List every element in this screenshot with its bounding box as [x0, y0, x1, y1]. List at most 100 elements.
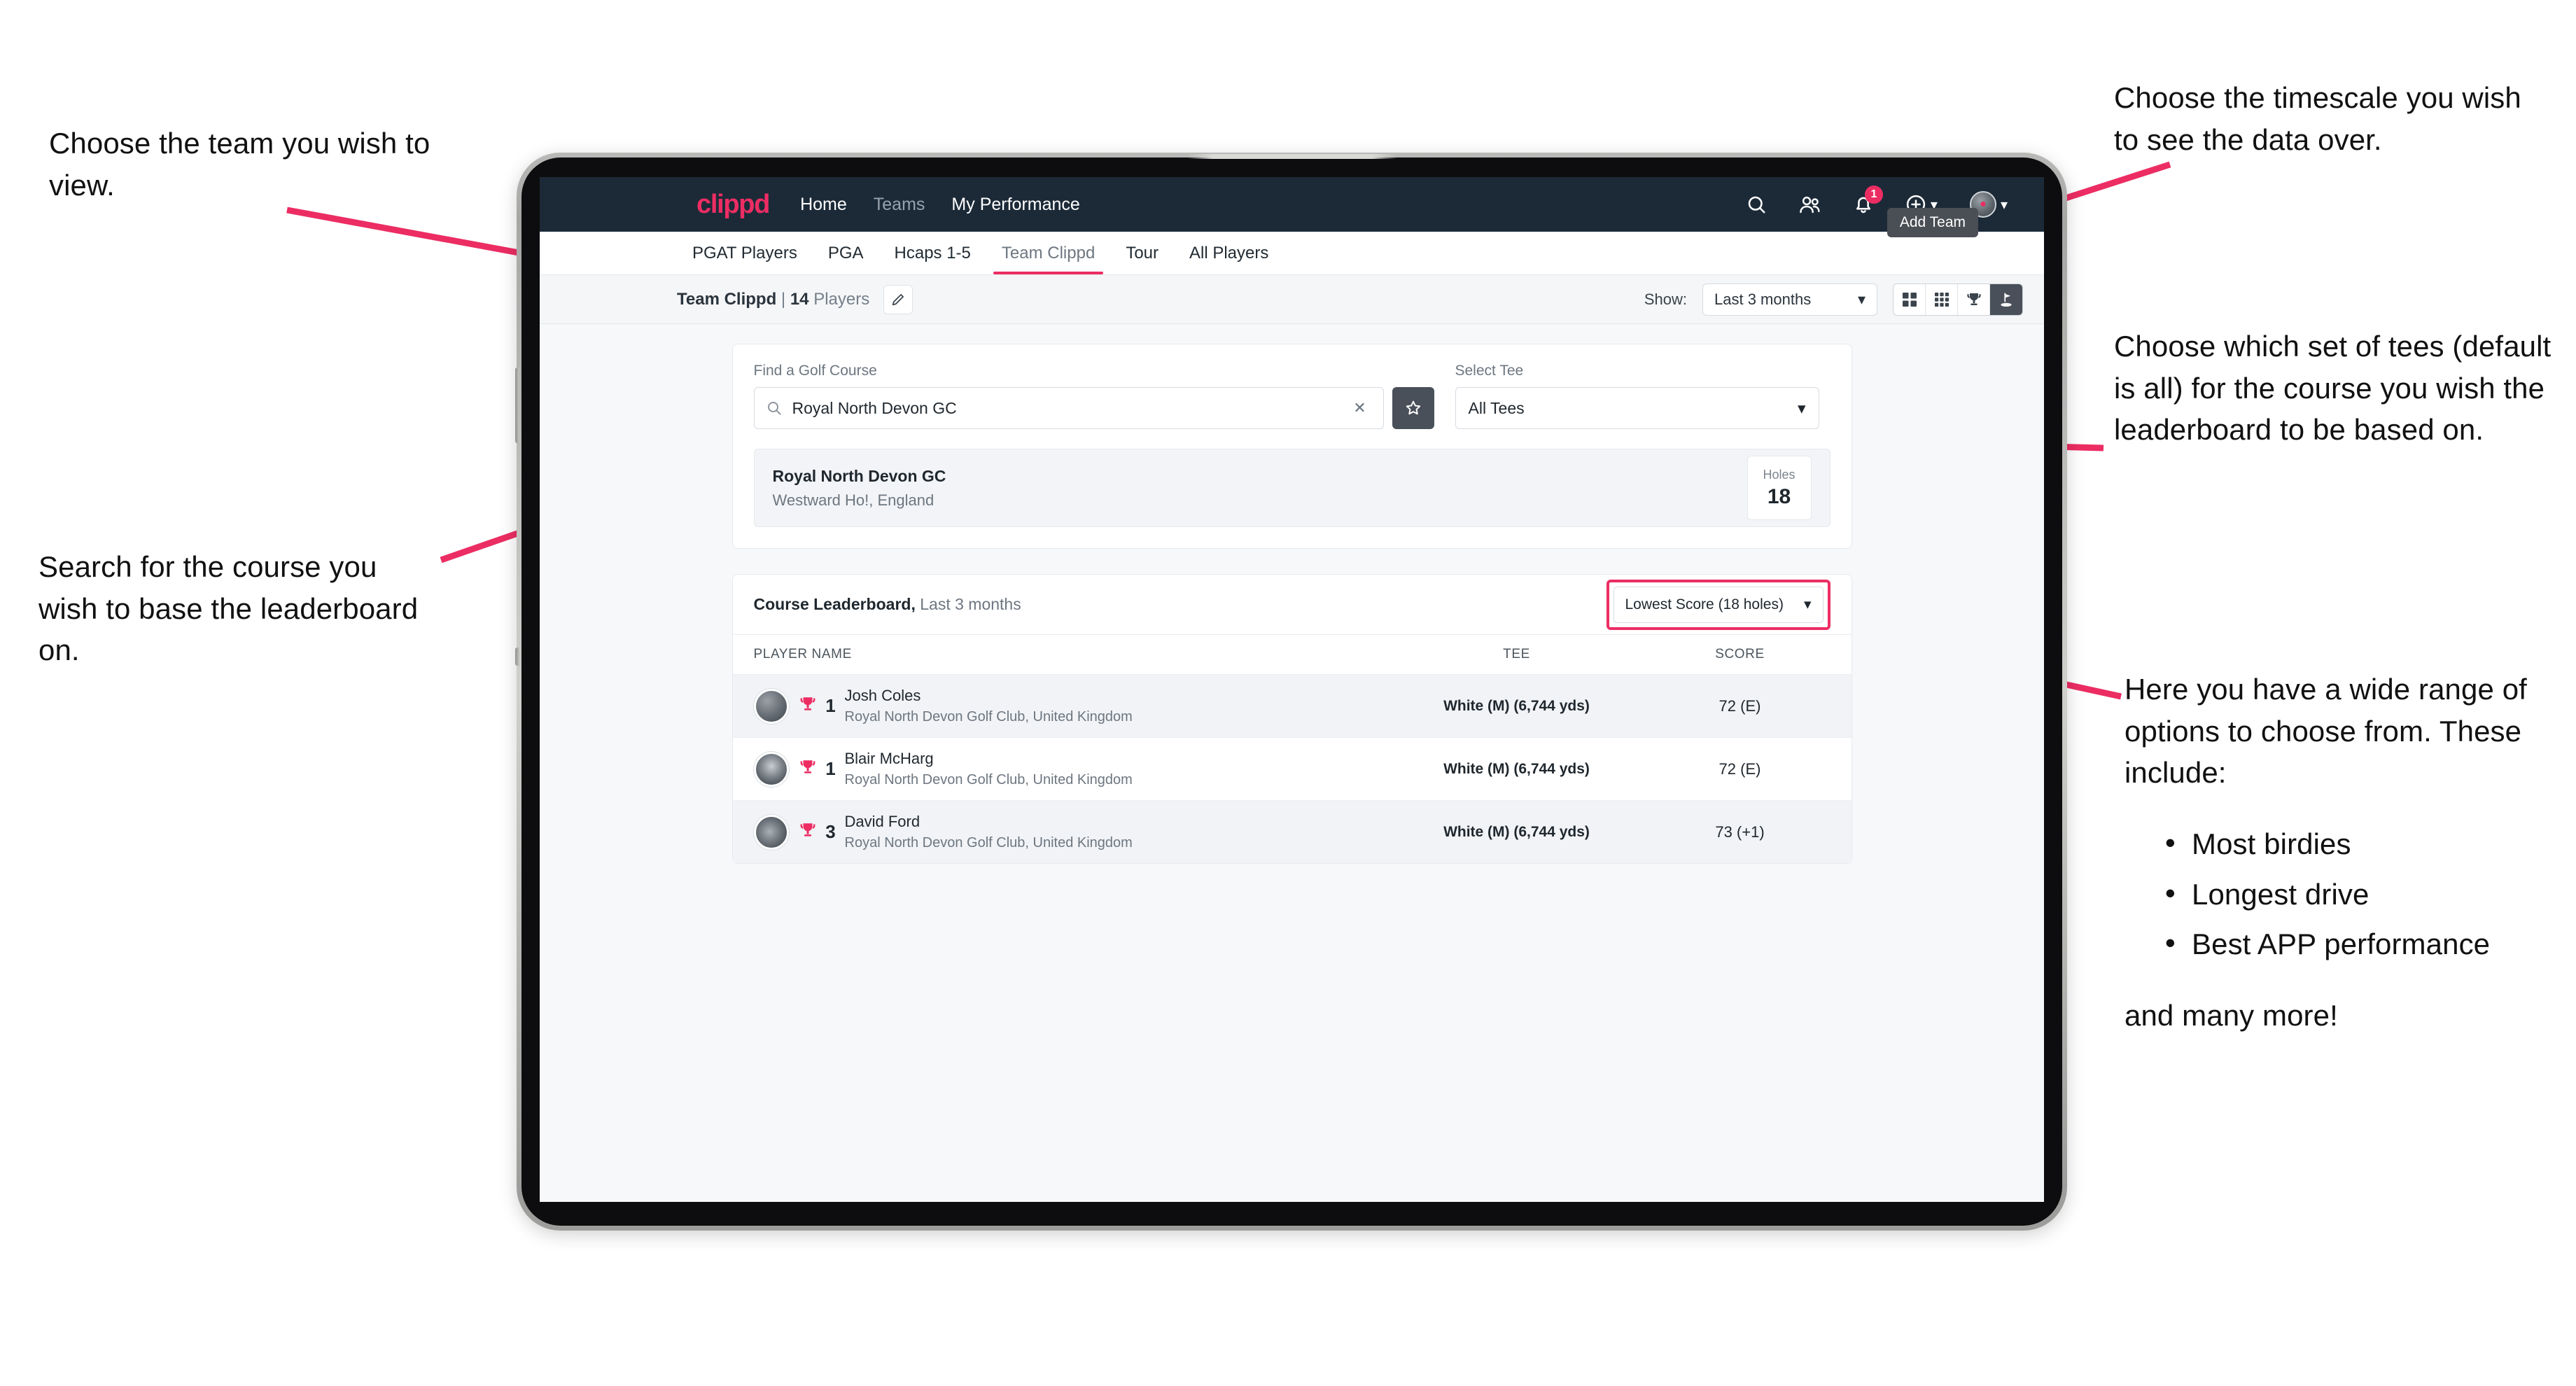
leaderboard-title: Course Leaderboard, Last 3 months: [754, 595, 1021, 614]
column-header-tee: TEE: [1503, 647, 1530, 662]
nav-item-home[interactable]: Home: [800, 195, 847, 215]
avatar: [753, 814, 789, 850]
player-cell: 1 Blair McHarg Royal North Devon Golf Cl…: [753, 750, 1384, 788]
search-input[interactable]: Royal North Devon GC ✕: [753, 387, 1384, 429]
course-result-location: Westward Ho!, England: [772, 491, 934, 509]
leaderboard-column-headers: PLAYER NAME TEE SCORE: [733, 635, 1851, 674]
edit-team-button[interactable]: [883, 284, 913, 314]
leaderboard-title-main: Course Leaderboard,: [753, 595, 916, 613]
avatar: [753, 688, 789, 724]
add-team-tooltip: Add Team: [1886, 208, 1978, 237]
toolbar-right: Show: Last 3 months ▾: [1644, 283, 2023, 316]
player-score: 72 (E): [1718, 760, 1761, 778]
list-item: • Best APP performance: [2161, 923, 2572, 965]
sidebar-item-team-clippd[interactable]: Team Clippd: [986, 232, 1110, 274]
player-name: Josh Coles: [844, 687, 921, 704]
leaderboard-sort-highlight: Lowest Score (18 holes) ▾: [1606, 579, 1830, 630]
list-item-label: Longest drive: [2192, 877, 2370, 911]
notification-badge: 1: [1864, 186, 1883, 204]
chevron-down-icon[interactable]: ▾: [2001, 196, 2008, 214]
close-icon[interactable]: ✕: [1348, 396, 1372, 420]
tee-select-value: All Tees: [1468, 398, 1525, 417]
sidebar-item-pgat-players[interactable]: PGAT Players: [677, 232, 813, 274]
list-item-label: Best APP performance: [2192, 927, 2491, 961]
column-header-score: SCORE: [1715, 647, 1765, 662]
tablet-bezel: clippd Home Teams My Performance 1 ▾ ● ▾…: [515, 154, 2062, 1226]
player-club: Royal North Devon Golf Club, United King…: [844, 835, 1133, 850]
player-tee: White (M) (6,744 yds): [1443, 760, 1590, 777]
tablet-device-frame: clippd Home Teams My Performance 1 ▾ ● ▾…: [515, 153, 2067, 1231]
app-header: clippd Home Teams My Performance 1 ▾ ● ▾: [540, 177, 2044, 232]
sidebar-item-tour[interactable]: Tour: [1110, 232, 1174, 274]
player-cell: 3 David Ford Royal North Devon Golf Club…: [753, 813, 1384, 851]
tee-field: Select Tee All Tees ▾: [1455, 363, 1819, 429]
player-club: Royal North Devon Golf Club, United King…: [844, 772, 1133, 788]
player-score: 72 (E): [1718, 696, 1761, 715]
trophy-icon: [799, 695, 817, 717]
course-result-text: Royal North Devon GC Westward Ho!, Engla…: [773, 467, 946, 510]
leaderboard-sort-value: Lowest Score (18 holes): [1625, 596, 1784, 612]
sidebar-item-pga[interactable]: PGA: [813, 232, 879, 274]
clippd-logo[interactable]: clippd: [696, 190, 770, 220]
table-row[interactable]: 3 David Ford Royal North Devon Golf Club…: [732, 800, 1851, 863]
course-result-card[interactable]: Royal North Devon GC Westward Ho!, Engla…: [753, 449, 1830, 527]
search-icon[interactable]: [1746, 194, 1767, 215]
bell-icon[interactable]: 1: [1854, 186, 1883, 215]
bullet-glyph: •: [2165, 926, 2176, 960]
avatar: [753, 751, 789, 787]
team-summary: Team Clippd | 14 Players: [677, 290, 869, 309]
table-row[interactable]: 1 Josh Coles Royal North Devon Golf Club…: [732, 674, 1851, 737]
trophy-icon: [799, 758, 817, 780]
timescale-select[interactable]: Last 3 months ▾: [1702, 283, 1877, 316]
leaderboard-header: Course Leaderboard, Last 3 months Lowest…: [732, 575, 1851, 635]
trophy-icon[interactable]: [1958, 284, 1990, 315]
player-score: 73 (+1): [1715, 822, 1765, 841]
show-label: Show:: [1644, 290, 1687, 308]
annotation-choose-team: Choose the team you wish to view.: [49, 127, 430, 202]
team-separator: |: [780, 289, 786, 309]
annotation-options-list: • Most birdies • Longest drive • Best APP p…: [2161, 823, 2572, 965]
course-search-panel: Find a Golf Course Royal North Devon GC …: [732, 344, 1852, 549]
chevron-down-icon: ▾: [1857, 290, 1865, 308]
people-icon[interactable]: [1799, 194, 1821, 215]
player-club: Royal North Devon Golf Club, United King…: [844, 709, 1133, 724]
search-icon: [767, 402, 780, 415]
annotation-options-tail: and many more!: [2124, 998, 2338, 1032]
team-tabs: PGAT Players PGA Hcaps 1-5 Team Clippd T…: [540, 208, 2044, 275]
chevron-down-icon: ▾: [1797, 398, 1806, 417]
flag-icon[interactable]: [1990, 284, 2022, 315]
course-search-wrap: Royal North Devon GC ✕: [753, 387, 1434, 429]
tee-select[interactable]: All Tees ▾: [1455, 387, 1819, 429]
grid-four-icon[interactable]: [1893, 284, 1926, 315]
chevron-down-icon: ▾: [1803, 596, 1812, 612]
list-item: • Longest drive: [2161, 874, 2572, 916]
nav-item-my-performance[interactable]: My Performance: [951, 195, 1079, 215]
primary-nav: Home Teams My Performance: [800, 195, 1080, 215]
tablet-screen: clippd Home Teams My Performance 1 ▾ ● ▾…: [540, 177, 2044, 1202]
course-leaderboard-panel: Course Leaderboard, Last 3 months Lowest…: [732, 574, 1852, 864]
sidebar-item-all-players[interactable]: All Players: [1174, 232, 1284, 274]
bullet-glyph: •: [2165, 876, 2176, 909]
holes-label: Holes: [1763, 467, 1795, 482]
sidebar-item-hcaps-1-5[interactable]: Hcaps 1-5: [879, 232, 986, 274]
grid-nine-icon[interactable]: [1926, 284, 1958, 315]
leaderboard-sort-select[interactable]: Lowest Score (18 holes) ▾: [1613, 586, 1823, 623]
annotation-options-intro: Here you have a wide range of options to…: [2124, 673, 2527, 790]
favourite-button[interactable]: [1392, 387, 1434, 429]
player-rank: 1: [825, 695, 836, 716]
main-content: Find a Golf Course Royal North Devon GC …: [540, 324, 2044, 864]
star-icon: [1406, 400, 1420, 415]
view-mode-toggle: [1893, 283, 2023, 316]
annotation-select-tees: Choose which set of tees (default is all…: [2114, 330, 2552, 447]
course-result-name: Royal North Devon GC: [772, 466, 946, 485]
holes-badge: Holes 18: [1746, 456, 1812, 520]
player-info: David Ford Royal North Devon Golf Club, …: [845, 813, 1133, 851]
list-item-label: Most birdies: [2192, 827, 2351, 860]
bullet-glyph: •: [2165, 825, 2176, 859]
list-item: • Most birdies: [2161, 823, 2572, 865]
player-info: Josh Coles Royal North Devon Golf Club, …: [845, 687, 1133, 725]
search-input-value: Royal North Devon GC: [792, 398, 957, 417]
table-row[interactable]: 1 Blair McHarg Royal North Devon Golf Cl…: [732, 737, 1851, 800]
annotation-options: Here you have a wide range of options to…: [2124, 668, 2572, 1036]
nav-item-teams[interactable]: Teams: [874, 195, 925, 215]
